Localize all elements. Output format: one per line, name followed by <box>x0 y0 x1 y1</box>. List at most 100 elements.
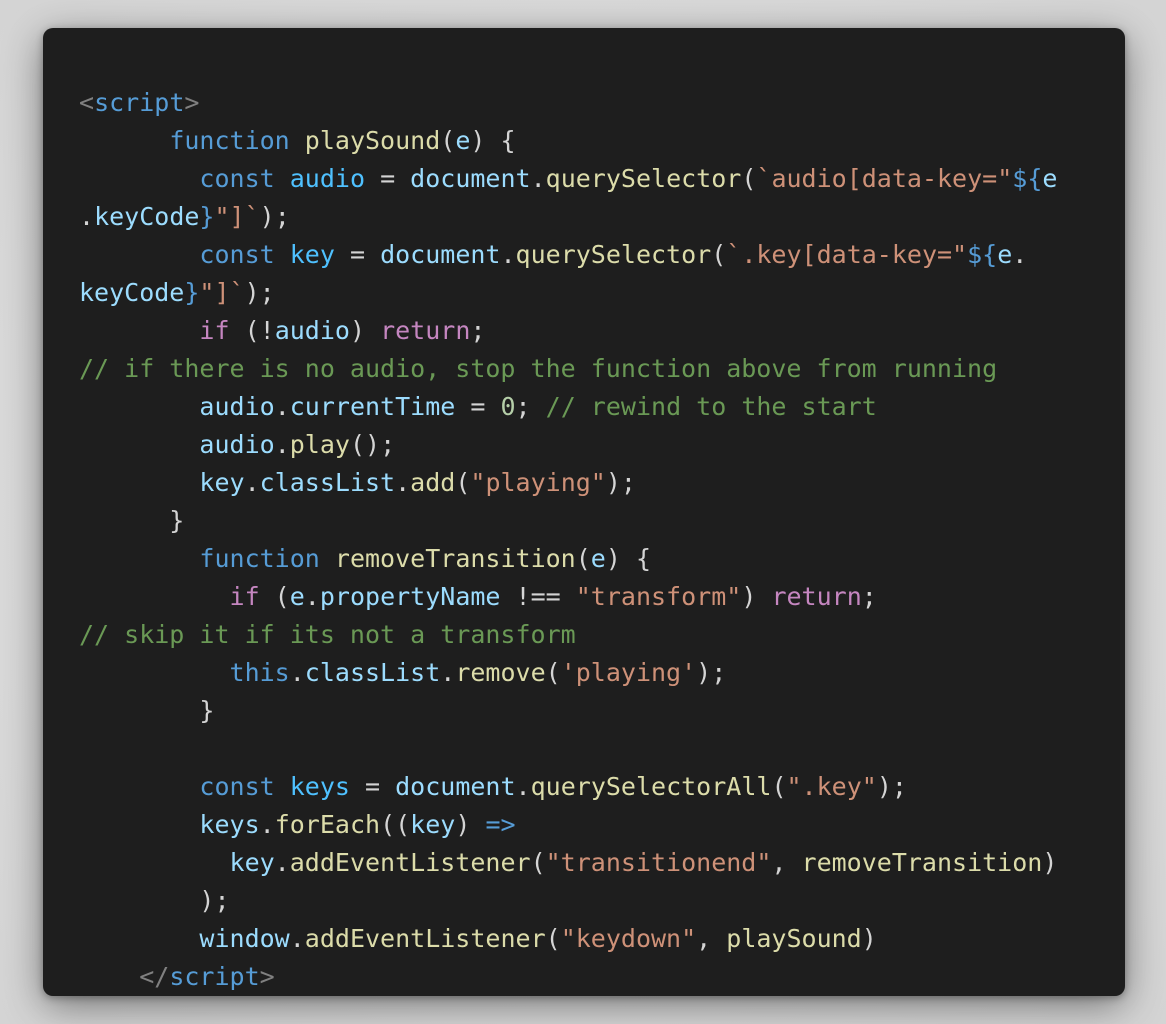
code-token: ( <box>771 772 787 801</box>
code-line: } <box>79 502 1125 540</box>
code-token: ( <box>440 126 456 155</box>
code-token: !== <box>500 582 576 611</box>
code-line: const key = document.querySelector(`.key… <box>79 236 1125 274</box>
code-token: ) <box>1042 848 1058 877</box>
code-token: script <box>94 88 185 117</box>
code-line: // skip it if its not a transform <box>79 616 1125 654</box>
code-token: ) <box>349 316 381 345</box>
code-token: propertyName <box>319 582 501 611</box>
code-token: key <box>199 468 245 497</box>
code-token: . <box>289 658 305 687</box>
code-token: key <box>229 848 275 877</box>
code-token: . <box>515 772 531 801</box>
code-line: key.classList.add("playing"); <box>79 464 1125 502</box>
code-token: e <box>1042 164 1058 193</box>
code-token: = <box>349 772 396 801</box>
code-token: ( <box>711 240 727 269</box>
code-line: keys.forEach((key) => <box>79 806 1125 844</box>
code-token: document <box>395 772 516 801</box>
code-line: function removeTransition(e) { <box>79 540 1125 578</box>
code-token: ) <box>861 924 877 953</box>
code-line: audio.currentTime = 0; // rewind to the … <box>79 388 1125 426</box>
code-token: addEventListener <box>289 848 531 877</box>
code-block: <script> function playSound(e) { const a… <box>79 84 1125 996</box>
code-token: playSound <box>726 924 862 953</box>
code-token: ${ <box>1012 164 1043 193</box>
code-token: ); <box>244 278 275 307</box>
code-token: . <box>289 924 305 953</box>
code-line: // if there is no audio, stop the functi… <box>79 350 1125 388</box>
code-token: querySelector <box>515 240 712 269</box>
code-token: (! <box>229 316 275 345</box>
code-token: keys <box>199 810 260 839</box>
code-line: audio.play(); <box>79 426 1125 464</box>
code-token: ( <box>741 164 757 193</box>
code-token: (); <box>349 430 396 459</box>
code-token: . <box>274 848 290 877</box>
code-token: e <box>590 544 606 573</box>
code-token: key <box>289 240 335 269</box>
code-line: } <box>79 692 1125 730</box>
code-token: . <box>395 468 411 497</box>
code-token: . <box>274 392 290 421</box>
code-token: return <box>380 316 471 345</box>
code-token: removeTransition <box>801 848 1043 877</box>
code-token: // if there is no audio, stop the functi… <box>79 354 998 383</box>
code-token: . <box>274 430 290 459</box>
code-token: . <box>1012 240 1028 269</box>
code-token: ( <box>455 468 471 497</box>
code-token: ( <box>545 658 561 687</box>
code-token: ; <box>515 392 546 421</box>
code-token: e <box>455 126 471 155</box>
code-token: document <box>410 164 531 193</box>
code-token: } <box>184 278 200 307</box>
code-token: => <box>485 810 516 839</box>
code-token: ); <box>605 468 636 497</box>
code-token: e <box>289 582 305 611</box>
code-token: ( <box>575 544 591 573</box>
code-token: audio <box>274 316 350 345</box>
code-token: function <box>199 544 320 573</box>
code-token: < <box>79 88 95 117</box>
code-token: key <box>410 810 456 839</box>
code-token: > <box>184 88 200 117</box>
code-token: `.key[data-key=" <box>726 240 968 269</box>
code-token: querySelectorAll <box>530 772 772 801</box>
code-token: ; <box>470 316 486 345</box>
code-line: function playSound(e) { <box>79 122 1125 160</box>
code-token: classList <box>259 468 396 497</box>
code-line: </script> <box>79 958 1125 996</box>
code-token: `audio[data-key=" <box>756 164 1013 193</box>
code-token: ( <box>545 924 561 953</box>
code-token: ( <box>530 848 546 877</box>
code-line: this.classList.remove('playing'); <box>79 654 1125 692</box>
code-token: . <box>259 810 275 839</box>
code-token: addEventListener <box>304 924 546 953</box>
code-token: , <box>771 848 802 877</box>
code-token: . <box>500 240 516 269</box>
code-token: = <box>455 392 501 421</box>
code-token: ) { <box>605 544 652 573</box>
code-token: document <box>380 240 501 269</box>
code-token: removeTransition <box>334 544 576 573</box>
code-token: if <box>229 582 260 611</box>
code-line: keyCode}"]`); <box>79 274 1125 312</box>
code-token: playSound <box>304 126 441 155</box>
code-token: const <box>199 164 275 193</box>
code-token: // rewind to the start <box>545 392 877 421</box>
code-token: ; <box>861 582 877 611</box>
code-token: "]` <box>199 278 245 307</box>
code-token: ); <box>259 202 290 231</box>
code-token: classList <box>304 658 441 687</box>
code-token: ) <box>455 810 486 839</box>
code-token: </ <box>139 962 170 991</box>
